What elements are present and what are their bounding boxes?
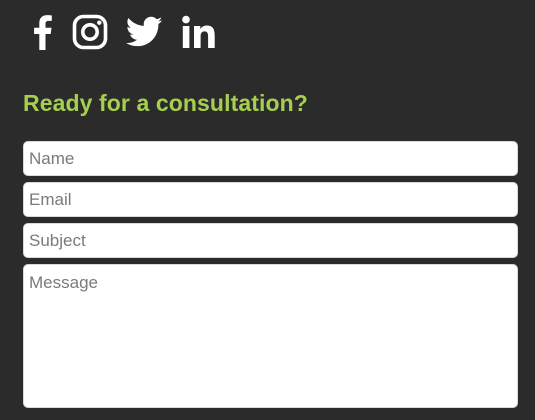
facebook-link[interactable] bbox=[30, 12, 54, 52]
email-input[interactable] bbox=[23, 182, 518, 217]
instagram-icon bbox=[72, 14, 108, 50]
twitter-link[interactable] bbox=[126, 12, 163, 52]
message-textarea[interactable] bbox=[23, 264, 518, 408]
linkedin-link[interactable] bbox=[181, 12, 217, 52]
name-input[interactable] bbox=[23, 141, 518, 176]
form-heading: Ready for a consultation? bbox=[23, 90, 308, 116]
linkedin-icon bbox=[182, 15, 215, 48]
instagram-link[interactable] bbox=[72, 12, 108, 52]
subject-input[interactable] bbox=[23, 223, 518, 258]
facebook-icon bbox=[34, 15, 52, 50]
twitter-icon bbox=[126, 16, 163, 47]
social-links bbox=[30, 12, 235, 52]
